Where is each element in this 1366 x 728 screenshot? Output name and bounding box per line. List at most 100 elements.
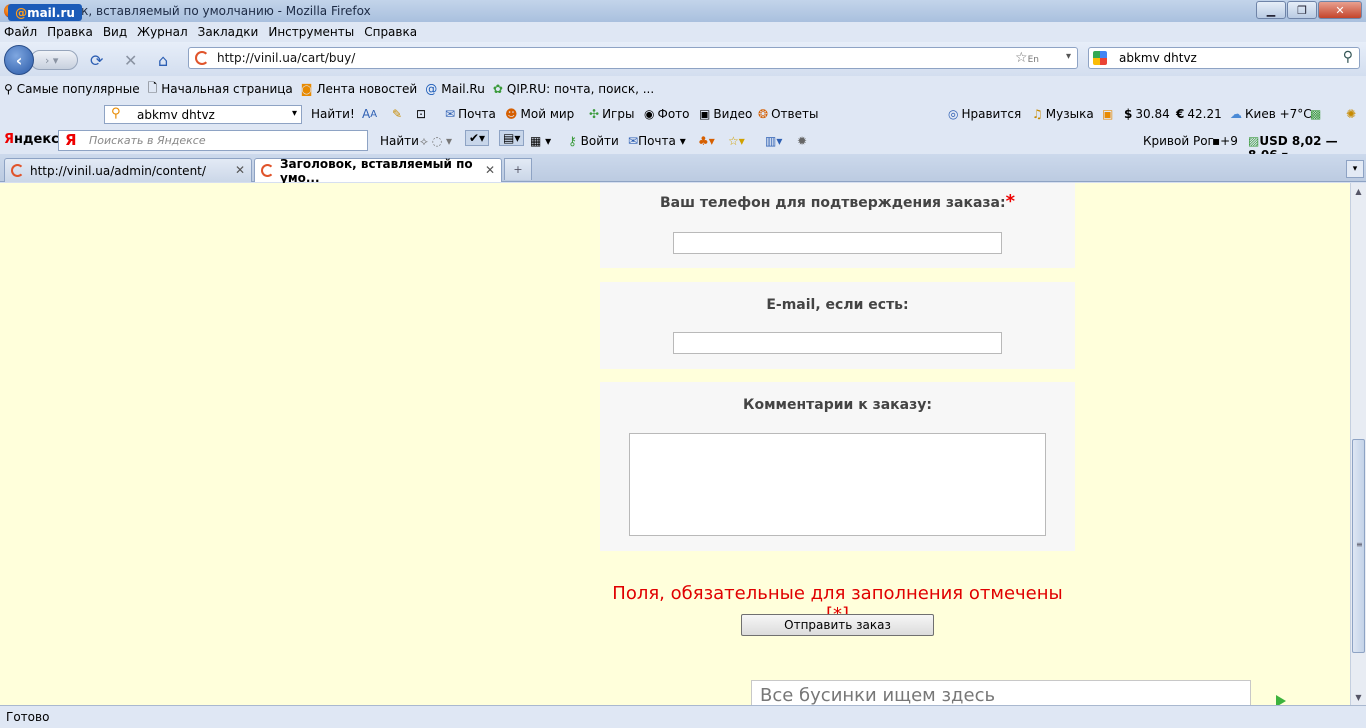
mailru-settings-icon[interactable]: ✺ [1346, 107, 1356, 121]
search-icon[interactable]: ⚲ [1343, 49, 1353, 65]
mailru-notify-icon[interactable]: ▣ [1102, 107, 1113, 121]
vertical-scrollbar[interactable]: ▲ ≡ ▼ [1350, 183, 1366, 705]
mailru-music-button[interactable]: ♫ Музыка [1032, 107, 1094, 121]
new-tab-button[interactable]: + [504, 158, 532, 180]
music-icon: ♫ [1032, 107, 1043, 121]
comment-textarea[interactable] [629, 433, 1046, 536]
font-size-icon[interactable]: AA [362, 107, 377, 121]
mailru-map-icon[interactable]: ▩ [1310, 107, 1321, 121]
close-tab-icon[interactable]: ✕ [485, 163, 495, 177]
menu-edit[interactable]: Правка [47, 25, 93, 39]
mailru-search-dropdown-icon[interactable]: ▾ [292, 108, 297, 119]
search-go-arrow-icon[interactable] [1276, 695, 1286, 705]
email-label: E-mail, если есть: [766, 297, 909, 313]
mailru-video-button[interactable]: ▣ Видео [699, 107, 752, 121]
qip-flower-icon: ✿ [492, 82, 503, 96]
yandex-mail-button[interactable]: ✉Почта ▾ [628, 134, 686, 148]
mailru-answers-button[interactable]: ❂ Ответы [758, 107, 818, 121]
yandex-settings-icon[interactable]: ✹ [797, 134, 807, 148]
minimize-button[interactable]: ▁ [1256, 1, 1286, 19]
bookmark-news-feed[interactable]: ◙ Лента новостей [301, 82, 417, 96]
highlight-pen-icon[interactable]: ✎ [392, 107, 402, 121]
reload-icon[interactable]: ⟳ [90, 51, 103, 70]
submit-order-button[interactable]: Отправить заказ [741, 614, 934, 636]
menu-tools[interactable]: Инструменты [268, 25, 354, 39]
stop-icon[interactable]: ✕ [124, 51, 137, 70]
bookmark-qip[interactable]: ✿ QIP.RU: почта, поиск, ... [493, 82, 654, 96]
beads-search-input[interactable]: Все бусинки ищем здесь [751, 680, 1251, 705]
menu-file[interactable]: Файл [4, 25, 37, 39]
menu-help[interactable]: Справка [364, 25, 417, 39]
mailru-search-value: abkmv dhtvz [137, 107, 215, 122]
tab-cart-buy[interactable]: Заголовок, вставляемый по умо... ✕ [254, 157, 502, 185]
menu-history[interactable]: Журнал [137, 25, 188, 39]
close-window-button[interactable]: ✕ [1318, 1, 1362, 19]
yandex-search-input[interactable]: Я Поискать в Яндексе [58, 130, 368, 151]
phone-label: Ваш телефон для подтверждения заказа:* [660, 191, 1015, 212]
list-all-tabs-icon[interactable]: ▾ [1346, 160, 1364, 178]
bookmark-most-visited[interactable]: ⚲ Самые популярные [4, 82, 140, 96]
web-search-value: abkmv dhtvz [1119, 51, 1197, 65]
yandex-city[interactable]: Кривой Рог [1143, 134, 1214, 148]
page-content: Ваш телефон для подтверждения заказа:* E… [0, 183, 1350, 705]
rss-icon: ◙ [300, 82, 313, 96]
close-tab-icon[interactable]: ✕ [235, 163, 245, 177]
back-button[interactable]: ‹ [4, 45, 34, 75]
yandex-widgets-icon[interactable]: ▥▾ [765, 134, 782, 148]
eur-rate: €42.21 [1176, 107, 1222, 121]
bookmark-mailru[interactable]: @ Mail.Ru [425, 82, 485, 96]
mailru-games-button[interactable]: ✣ Игры [589, 107, 634, 121]
mailru-search-input[interactable]: ⚲ abkmv dhtvz ▾ [104, 105, 302, 124]
maximize-button[interactable]: ❐ [1287, 1, 1317, 19]
forward-button[interactable]: › ▾ [30, 50, 78, 70]
yandex-find-button[interactable]: Найти [380, 134, 419, 148]
required-mark: * [1005, 191, 1015, 212]
tab-admin-content[interactable]: http://vinil.ua/admin/content/ ✕ [4, 158, 252, 182]
bookmark-start-page[interactable]: 🗋 Начальная страница [148, 79, 293, 100]
spellcheck-icon[interactable]: ✔▾ [465, 130, 490, 146]
night-icon: ▪ [1212, 134, 1221, 148]
email-input[interactable] [673, 332, 1002, 354]
mailru-logo[interactable]: @ mail.ru [8, 4, 82, 21]
mailru-myworld-button[interactable]: ☻ Мой мир [505, 107, 574, 121]
mailru-photo-button[interactable]: ◉ Фото [644, 107, 690, 121]
menu-bookmarks[interactable]: Закладки [198, 25, 259, 39]
google-engine-icon[interactable] [1093, 51, 1107, 65]
comment-block: Комментарии к заказу: [600, 382, 1075, 551]
address-dropdown-icon[interactable]: ▾ [1066, 51, 1071, 62]
yandex-bookmarks-icon[interactable]: ☆▾ [728, 134, 745, 148]
site-favicon-icon [195, 51, 209, 65]
answers-icon: ❂ [758, 107, 769, 121]
menu-bar: Файл Правка Вид Журнал Закладки Инструме… [0, 22, 1366, 42]
yandex-tools-icon[interactable]: ▦ ▾ [530, 134, 551, 148]
scroll-thumb[interactable]: ≡ [1352, 439, 1365, 653]
yandex-weather[interactable]: ▪+9 [1212, 134, 1238, 148]
weather-widget[interactable]: ☁ Киев +7°C [1230, 107, 1312, 121]
mailru-find-button[interactable]: Найти! [311, 107, 355, 121]
yandex-bar-icon[interactable]: ♣▾ [698, 134, 715, 148]
translate-icon[interactable]: ▤▾ [499, 130, 525, 146]
web-search-bar[interactable]: abkmv dhtvz ⚲ [1088, 47, 1360, 69]
scroll-up-arrow-icon[interactable]: ▲ [1351, 183, 1366, 199]
grip-icon: ≡ [1356, 540, 1363, 549]
bookmark-star-icon[interactable]: ☆En [1015, 50, 1039, 66]
video-icon: ▣ [699, 107, 711, 121]
yandex-speech-icon[interactable]: ⟡ ◌ ▾ [420, 134, 452, 149]
camera-icon: ◉ [644, 107, 655, 121]
zoom-icon[interactable]: ⊡ [416, 107, 426, 121]
cloud-icon: ☁ [1230, 107, 1242, 121]
window-titlebar: Заголовок, вставляемый по умолчанию - Mo… [0, 0, 1366, 22]
bookmarks-toolbar: ⚲ Самые популярные 🗋 Начальная страница ◙ Л… [0, 76, 1366, 102]
games-icon: ✣ [589, 107, 600, 121]
like-icon: ◎ [948, 107, 959, 121]
scroll-down-arrow-icon[interactable]: ▼ [1351, 689, 1366, 705]
address-bar[interactable]: http://vinil.ua/cart/buy/ ☆En ▾ [188, 47, 1078, 69]
yandex-login-button[interactable]: ⚷ Войти [568, 134, 619, 148]
home-icon[interactable]: ⌂ [158, 51, 168, 70]
mailru-like-button[interactable]: ◎ Нравится [948, 107, 1021, 121]
mailru-mail-button[interactable]: ✉ Почта [445, 107, 496, 121]
mailru-search-icon: ⚲ [111, 106, 121, 121]
chart-icon: ▨ [1248, 134, 1260, 148]
phone-input[interactable] [673, 232, 1002, 254]
menu-view[interactable]: Вид [103, 25, 127, 39]
